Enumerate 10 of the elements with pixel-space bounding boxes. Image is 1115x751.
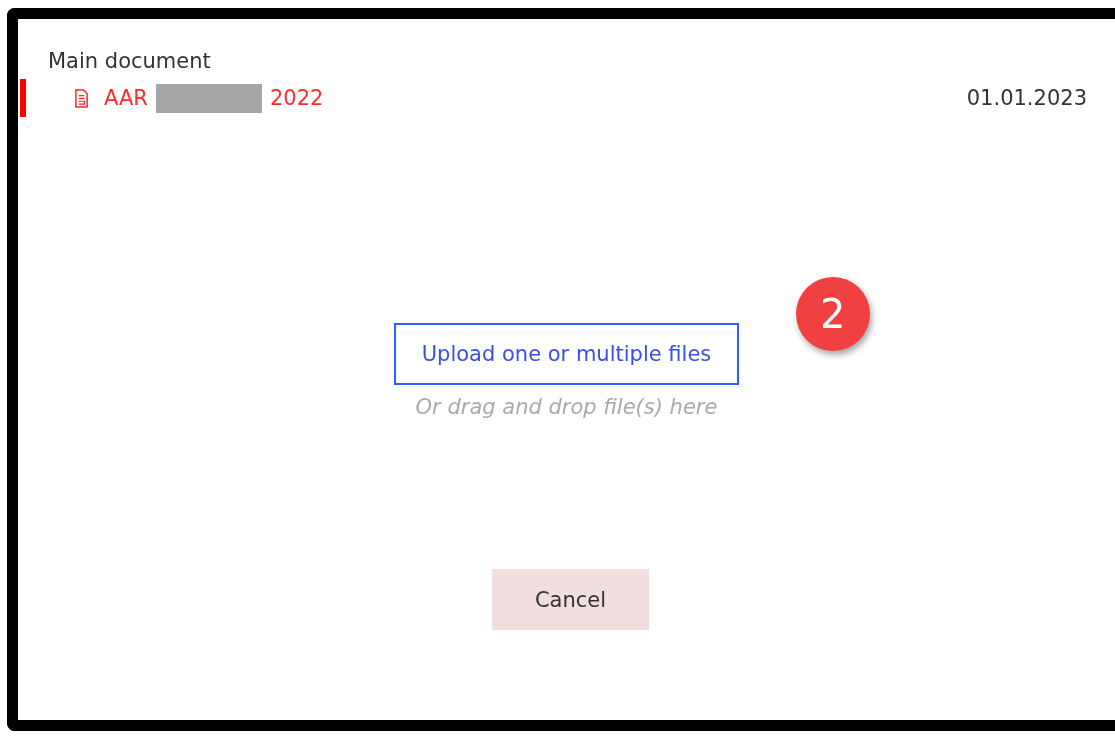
cancel-button[interactable]: Cancel [492,569,649,630]
document-row[interactable]: AAR 2022 01.01.2023 [20,79,1115,117]
document-date: 01.01.2023 [966,86,1087,110]
document-name[interactable]: AAR [104,86,148,110]
section-title: Main document [48,49,212,73]
upload-button[interactable]: Upload one or multiple files [393,323,740,385]
step-badge: 2 [795,277,870,351]
drop-hint: Or drag and drop file(s) here [415,395,718,419]
document-icon [74,88,89,108]
document-year[interactable]: 2022 [269,86,324,110]
